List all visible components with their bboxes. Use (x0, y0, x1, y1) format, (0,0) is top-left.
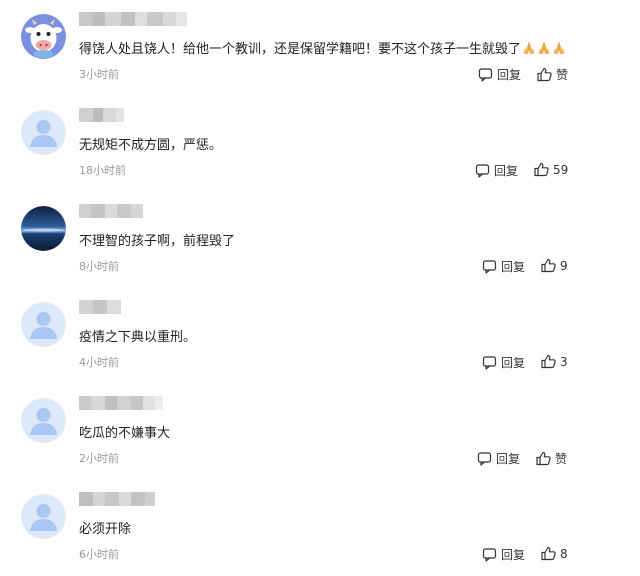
timestamp: 2小时前 (79, 452, 119, 465)
thumbs-up-icon (541, 546, 556, 561)
comment-item: 得饶人处且饶人！给他一个教训，还是保留学籍吧！要不这个孩子一生就毁了 3小时前 … (0, 0, 640, 96)
default-user-avatar-icon (21, 398, 66, 443)
reply-button[interactable]: 回复 (482, 354, 525, 371)
avatar[interactable] (21, 206, 66, 251)
username-blurred (79, 12, 187, 26)
timestamp: 6小时前 (79, 548, 119, 561)
reply-button[interactable]: 回复 (482, 258, 525, 275)
reply-label: 回复 (496, 452, 521, 466)
like-count: 赞 (556, 68, 569, 82)
reply-button[interactable]: 回复 (475, 162, 518, 179)
avatar[interactable] (21, 494, 66, 539)
reply-label: 回复 (497, 68, 522, 82)
username-blurred (79, 492, 155, 506)
like-button[interactable]: 8 (541, 546, 568, 561)
timestamp: 18小时前 (79, 164, 126, 177)
reply-icon (478, 67, 493, 82)
like-count: 8 (560, 546, 568, 561)
comment-text-body: 得饶人处且饶人！给他一个教训，还是保留学籍吧！要不这个孩子一生就毁了 (79, 42, 522, 57)
timestamp: 8小时前 (79, 260, 119, 273)
username-blurred (79, 396, 163, 410)
comment-text: 必须开除 (79, 522, 132, 537)
username-blurred (79, 204, 143, 218)
avatar[interactable] (21, 398, 66, 443)
reply-icon (477, 451, 492, 466)
like-count: 赞 (555, 452, 568, 466)
reply-button[interactable]: 回复 (477, 450, 520, 467)
username-blurred (79, 108, 124, 122)
comment-text: 疫情之下典以重刑。 (79, 330, 197, 345)
reply-button[interactable]: 回复 (482, 546, 525, 563)
reply-label: 回复 (501, 548, 526, 562)
like-count: 59 (553, 162, 569, 177)
comment-item: 疫情之下典以重刑。 4小时前 回复 3 (0, 288, 640, 384)
praying-hands-emoji-icon (537, 41, 551, 55)
default-user-avatar-icon (21, 302, 66, 347)
thumbs-up-icon (536, 451, 551, 466)
praying-hands-emoji-icon (522, 41, 536, 55)
comment-text: 无规矩不成方圆，严惩。 (79, 138, 223, 153)
reply-icon (482, 259, 497, 274)
avatar[interactable] (21, 110, 66, 155)
like-button[interactable]: 赞 (537, 66, 568, 83)
default-user-avatar-icon (21, 494, 66, 539)
reply-label: 回复 (494, 164, 519, 178)
thumbs-up-icon (537, 67, 552, 82)
reply-label: 回复 (501, 260, 526, 274)
comment-list: 得饶人处且饶人！给他一个教训，还是保留学籍吧！要不这个孩子一生就毁了 3小时前 … (0, 0, 640, 566)
comment-text: 吃瓜的不嫌事大 (79, 426, 171, 441)
avatar[interactable] (21, 14, 66, 59)
like-button[interactable]: 59 (534, 162, 568, 177)
like-button[interactable]: 赞 (536, 450, 567, 467)
thumbs-up-icon (534, 162, 549, 177)
reply-label: 回复 (501, 356, 526, 370)
comment-text: 得饶人处且饶人！给他一个教训，还是保留学籍吧！要不这个孩子一生就毁了 (79, 41, 566, 59)
like-button[interactable]: 3 (541, 354, 568, 369)
comment-item: 必须开除 6小时前 回复 8 (0, 480, 640, 576)
thumbs-up-icon (541, 258, 556, 273)
reply-button[interactable]: 回复 (478, 66, 521, 83)
comment-item: 不理智的孩子啊，前程毁了 8小时前 回复 9 (0, 192, 640, 288)
reply-icon (482, 547, 497, 562)
praying-hands-emoji-icon (552, 41, 566, 55)
username-blurred (79, 300, 121, 314)
cartoon-cow-avatar-icon (21, 14, 66, 59)
reply-icon (475, 163, 490, 178)
timestamp: 4小时前 (79, 356, 119, 369)
comment-item: 无规矩不成方圆，严惩。 18小时前 回复 59 (0, 96, 640, 192)
avatar[interactable] (21, 302, 66, 347)
timestamp: 3小时前 (79, 68, 119, 81)
reply-icon (482, 355, 497, 370)
like-count: 3 (560, 354, 568, 369)
night-sea-photo-avatar-icon (21, 206, 66, 251)
comment-text: 不理智的孩子啊，前程毁了 (79, 234, 236, 249)
thumbs-up-icon (541, 354, 556, 369)
like-button[interactable]: 9 (541, 258, 568, 273)
comment-item: 吃瓜的不嫌事大 2小时前 回复 赞 (0, 384, 640, 480)
default-user-avatar-icon (21, 110, 66, 155)
like-count: 9 (560, 258, 568, 273)
